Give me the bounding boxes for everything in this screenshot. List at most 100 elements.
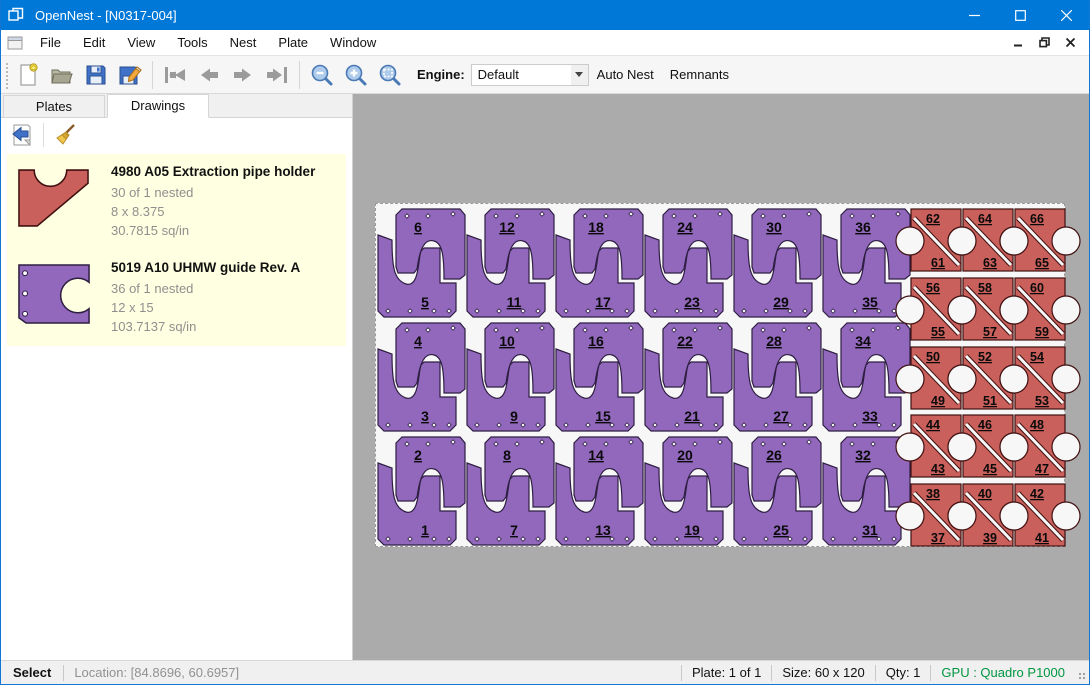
minimize-icon[interactable] xyxy=(951,0,997,30)
part-number[interactable]: 9 xyxy=(510,408,518,424)
part-number[interactable]: 45 xyxy=(983,462,997,476)
new-file-icon[interactable] xyxy=(11,60,45,90)
part-number[interactable]: 64 xyxy=(978,212,992,226)
zoom-fit-icon[interactable] xyxy=(373,60,407,90)
menu-item-view[interactable]: View xyxy=(116,31,166,54)
part-number[interactable]: 51 xyxy=(983,394,997,408)
nested-part-pair[interactable]: 1413 xyxy=(554,433,643,547)
nested-part-pair[interactable]: 60 59 xyxy=(1014,274,1066,343)
nested-part-pair[interactable]: 24 23 xyxy=(643,205,732,319)
part-number[interactable]: 6 xyxy=(414,219,422,235)
part-number[interactable]: 26 xyxy=(766,447,782,463)
return-drawing-icon[interactable] xyxy=(7,121,37,149)
toolbar-grip[interactable] xyxy=(3,61,11,89)
part-number[interactable]: 46 xyxy=(978,418,992,432)
drawing-item[interactable]: 5019 A10 UHMW guide Rev. A36 of 1 nested… xyxy=(7,250,346,346)
part-number[interactable]: 19 xyxy=(684,522,700,538)
part-number[interactable]: 29 xyxy=(773,294,789,310)
part-number[interactable]: 36 xyxy=(855,219,871,235)
save-as-icon[interactable] xyxy=(113,60,147,90)
nested-part-pair[interactable]: 66 65 xyxy=(1014,205,1066,274)
part-number[interactable]: 41 xyxy=(1035,531,1049,545)
part-number[interactable]: 34 xyxy=(855,333,871,349)
part-number[interactable]: 32 xyxy=(855,447,871,463)
tab-plates[interactable]: Plates xyxy=(3,95,105,117)
part-number[interactable]: 48 xyxy=(1030,418,1044,432)
nested-part-pair[interactable]: 43 xyxy=(376,319,465,433)
auto-nest-button[interactable]: Auto Nest xyxy=(589,62,662,87)
close-icon[interactable] xyxy=(1043,0,1089,30)
open-folder-icon[interactable] xyxy=(45,60,79,90)
nested-part-pair[interactable]: 1615 xyxy=(554,319,643,433)
part-number[interactable]: 18 xyxy=(588,219,604,235)
part-number[interactable]: 25 xyxy=(773,522,789,538)
part-number[interactable]: 47 xyxy=(1035,462,1049,476)
part-number[interactable]: 59 xyxy=(1035,325,1049,339)
nested-part-pair[interactable]: 28 27 xyxy=(732,319,821,433)
menu-item-tools[interactable]: Tools xyxy=(166,31,218,54)
mdi-close-icon[interactable] xyxy=(1059,34,1081,52)
part-number[interactable]: 28 xyxy=(766,333,782,349)
part-number[interactable]: 35 xyxy=(862,294,878,310)
part-number[interactable]: 23 xyxy=(684,294,700,310)
plate-sheet[interactable]: 6512111817242330293635431091615222128273… xyxy=(375,203,1065,547)
last-plate-icon[interactable] xyxy=(260,60,294,90)
remnants-button[interactable]: Remnants xyxy=(662,62,737,87)
nest-canvas[interactable]: 6512111817242330293635431091615222128273… xyxy=(353,94,1089,660)
part-number[interactable]: 61 xyxy=(931,256,945,270)
part-number[interactable]: 38 xyxy=(926,487,940,501)
part-number[interactable]: 43 xyxy=(931,462,945,476)
part-number[interactable]: 13 xyxy=(595,522,611,538)
clear-broom-icon[interactable] xyxy=(50,121,80,149)
nested-part-pair[interactable]: 5453 xyxy=(1014,343,1066,412)
nested-part-pair[interactable]: 65 xyxy=(376,205,465,319)
part-number[interactable]: 37 xyxy=(931,531,945,545)
previous-plate-icon[interactable] xyxy=(192,60,226,90)
nested-part-pair[interactable]: 109 xyxy=(465,319,554,433)
nested-part-pair[interactable]: 42 41 xyxy=(1014,480,1066,549)
part-number[interactable]: 16 xyxy=(588,333,604,349)
nested-part-pair[interactable]: 1211 xyxy=(465,205,554,319)
engine-combobox[interactable]: Default xyxy=(471,64,589,86)
mdi-restore-icon[interactable] xyxy=(1033,34,1055,52)
nested-part-pair[interactable]: 3029 xyxy=(732,205,821,319)
part-number[interactable]: 31 xyxy=(862,522,878,538)
part-number[interactable]: 5 xyxy=(421,294,429,310)
part-number[interactable]: 15 xyxy=(595,408,611,424)
menu-item-edit[interactable]: Edit xyxy=(72,31,116,54)
menu-item-plate[interactable]: Plate xyxy=(267,31,319,54)
part-number[interactable]: 66 xyxy=(1030,212,1044,226)
part-number[interactable]: 27 xyxy=(773,408,789,424)
next-plate-icon[interactable] xyxy=(226,60,260,90)
part-number[interactable]: 17 xyxy=(595,294,611,310)
part-number[interactable]: 60 xyxy=(1030,281,1044,295)
part-number[interactable]: 20 xyxy=(677,447,693,463)
nested-part-pair[interactable]: 48 47 xyxy=(1014,411,1066,480)
maximize-icon[interactable] xyxy=(997,0,1043,30)
zoom-in-icon[interactable] xyxy=(339,60,373,90)
part-number[interactable]: 65 xyxy=(1035,256,1049,270)
part-number[interactable]: 4 xyxy=(414,333,422,349)
part-number[interactable]: 12 xyxy=(499,219,515,235)
part-number[interactable]: 44 xyxy=(926,418,940,432)
part-number[interactable]: 53 xyxy=(1035,394,1049,408)
nested-part-pair[interactable]: 2221 xyxy=(643,319,732,433)
tab-drawings[interactable]: Drawings xyxy=(107,94,209,118)
nested-part-pair[interactable]: 87 xyxy=(465,433,554,547)
part-number[interactable]: 24 xyxy=(677,219,693,235)
engine-dropdown-icon[interactable] xyxy=(571,65,588,85)
zoom-out-icon[interactable] xyxy=(305,60,339,90)
menu-item-file[interactable]: File xyxy=(29,31,72,54)
part-number[interactable]: 21 xyxy=(684,408,700,424)
part-number[interactable]: 8 xyxy=(503,447,511,463)
nested-part-pair[interactable]: 1817 xyxy=(554,205,643,319)
part-number[interactable]: 57 xyxy=(983,325,997,339)
part-number[interactable]: 40 xyxy=(978,487,992,501)
part-number[interactable]: 2 xyxy=(414,447,422,463)
first-plate-icon[interactable] xyxy=(158,60,192,90)
drawing-item[interactable]: 4980 A05 Extraction pipe holder30 of 1 n… xyxy=(7,154,346,250)
part-number[interactable]: 62 xyxy=(926,212,940,226)
part-number[interactable]: 42 xyxy=(1030,487,1044,501)
nested-part-pair[interactable]: 2019 xyxy=(643,433,732,547)
nested-part-pair[interactable]: 21 xyxy=(376,433,465,547)
